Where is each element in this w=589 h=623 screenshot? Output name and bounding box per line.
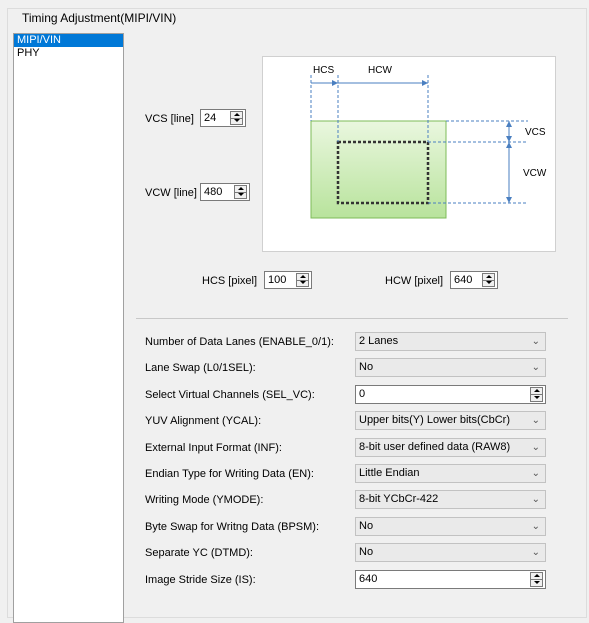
setting-spinbox[interactable]: 640 xyxy=(355,570,546,589)
spin-arrows-icon[interactable] xyxy=(230,111,243,125)
timing-diagram-svg: HCS HCW VCS VCW xyxy=(310,65,547,219)
setting-value[interactable]: 2 Lanes xyxy=(359,335,398,347)
spin-down-button[interactable] xyxy=(235,192,246,198)
setting-value[interactable]: No xyxy=(359,520,373,532)
spin-arrows-icon[interactable] xyxy=(530,572,543,587)
setting-label: Writing Mode (YMODE): xyxy=(145,494,264,506)
hcw-value[interactable]: 640 xyxy=(454,274,472,286)
setting-label: Select Virtual Channels (SEL_VC): xyxy=(145,389,315,401)
hcs-value[interactable]: 100 xyxy=(268,274,286,286)
setting-label: Lane Swap (L0/1SEL): xyxy=(145,362,256,374)
hcs-arrow-head xyxy=(332,80,338,86)
spin-down-button[interactable] xyxy=(531,395,542,401)
spin-down-button[interactable] xyxy=(531,580,542,586)
spin-up-button[interactable] xyxy=(531,388,542,395)
nav-item-phy[interactable]: PHY xyxy=(14,47,123,60)
setting-value[interactable]: 8-bit YCbCr-422 xyxy=(359,493,438,505)
vcs-text: VCS xyxy=(525,127,546,138)
vcs-label: VCS [line] xyxy=(145,113,194,125)
setting-label: Image Stride Size (IS): xyxy=(145,574,256,586)
setting-value[interactable]: Little Endian xyxy=(359,467,420,479)
vcw-text: VCW xyxy=(523,168,547,179)
vcs-arrow-tail xyxy=(506,121,512,127)
vcw-label: VCW [line] xyxy=(145,187,197,199)
setting-label: Number of Data Lanes (ENABLE_0/1): xyxy=(145,336,334,348)
timing-diagram: HCS HCW VCS VCW xyxy=(262,56,556,252)
setting-dropdown[interactable]: No ⌄ xyxy=(355,358,546,377)
vcs-value[interactable]: 24 xyxy=(204,112,216,124)
chevron-down-icon[interactable]: ⌄ xyxy=(532,468,540,479)
hcw-label: HCW [pixel] xyxy=(385,275,444,287)
spin-arrows-icon[interactable] xyxy=(234,185,247,199)
spin-arrows-icon[interactable] xyxy=(530,387,543,402)
setting-label: Endian Type for Writing Data (EN): xyxy=(145,468,314,480)
chevron-down-icon[interactable]: ⌄ xyxy=(532,415,540,426)
hcs-spinbox[interactable]: 100 xyxy=(264,271,312,289)
spin-up-button[interactable] xyxy=(531,573,542,580)
chevron-down-icon[interactable]: ⌄ xyxy=(532,521,540,532)
setting-value[interactable]: 640 xyxy=(359,573,377,585)
group-title: Timing Adjustment(MIPI/VIN) xyxy=(20,11,179,25)
chevron-down-icon[interactable]: ⌄ xyxy=(532,494,540,505)
setting-label: Separate YC (DTMD): xyxy=(145,547,253,559)
chevron-down-icon[interactable]: ⌄ xyxy=(532,547,540,558)
vcw-arrow-head xyxy=(506,197,512,203)
setting-value[interactable]: No xyxy=(359,546,373,558)
setting-dropdown[interactable]: No ⌄ xyxy=(355,517,546,536)
hcs-label: HCS [pixel] xyxy=(202,275,258,287)
setting-spinbox[interactable]: 0 xyxy=(355,385,546,404)
setting-dropdown[interactable]: No ⌄ xyxy=(355,543,546,562)
chevron-down-icon[interactable]: ⌄ xyxy=(532,362,540,373)
setting-dropdown[interactable]: 2 Lanes ⌄ xyxy=(355,332,546,351)
vcw-spinbox[interactable]: 480 xyxy=(200,183,250,201)
chevron-down-icon[interactable]: ⌄ xyxy=(532,336,540,347)
nav-item-mipi-vin[interactable]: MIPI/VIN xyxy=(14,34,123,47)
setting-label: External Input Format (INF): xyxy=(145,442,282,454)
setting-dropdown[interactable]: Little Endian ⌄ xyxy=(355,464,546,483)
hcw-spinbox[interactable]: 640 xyxy=(450,271,498,289)
spin-down-button[interactable] xyxy=(483,280,494,286)
setting-value[interactable]: Upper bits(Y) Lower bits(CbCr) xyxy=(359,414,510,426)
vcw-value[interactable]: 480 xyxy=(204,186,222,198)
vcs-arrow-head xyxy=(506,136,512,142)
spin-down-button[interactable] xyxy=(297,280,308,286)
spin-arrows-icon[interactable] xyxy=(482,273,495,287)
setting-value[interactable]: No xyxy=(359,361,373,373)
spin-down-button[interactable] xyxy=(231,118,242,124)
vcw-arrow-tail xyxy=(506,142,512,148)
setting-dropdown[interactable]: 8-bit user defined data (RAW8) ⌄ xyxy=(355,438,546,457)
setting-dropdown[interactable]: Upper bits(Y) Lower bits(CbCr) ⌄ xyxy=(355,411,546,430)
hcw-arrow-head xyxy=(422,80,428,86)
hcw-text: HCW xyxy=(368,65,392,76)
hcs-text: HCS xyxy=(313,65,334,76)
nav-list[interactable]: MIPI/VIN PHY xyxy=(13,33,124,623)
setting-value[interactable]: 0 xyxy=(359,388,365,400)
chevron-down-icon[interactable]: ⌄ xyxy=(532,442,540,453)
vcs-spinbox[interactable]: 24 xyxy=(200,109,246,127)
spin-arrows-icon[interactable] xyxy=(296,273,309,287)
setting-dropdown[interactable]: 8-bit YCbCr-422 ⌄ xyxy=(355,490,546,509)
setting-value[interactable]: 8-bit user defined data (RAW8) xyxy=(359,441,510,453)
separator xyxy=(136,318,568,319)
setting-label: Byte Swap for Writng Data (BPSM): xyxy=(145,521,320,533)
setting-label: YUV Alignment (YCAL): xyxy=(145,415,262,427)
